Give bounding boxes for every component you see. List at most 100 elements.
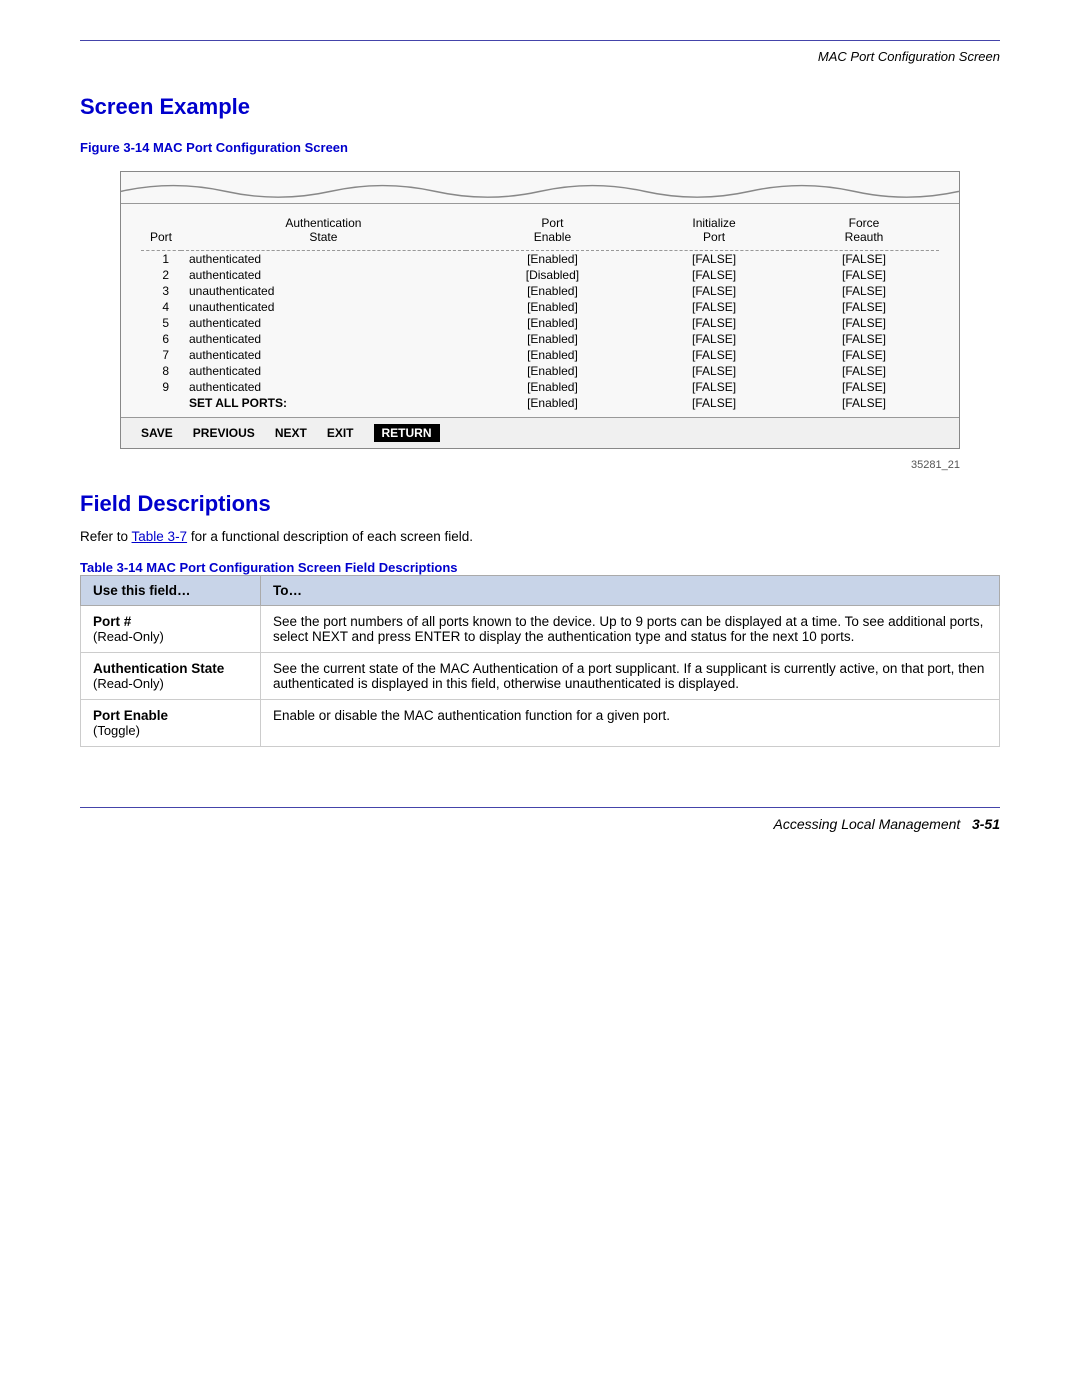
refer-paragraph: Refer to Table 3-7 for a functional desc… [80, 529, 1000, 544]
field-name: Port Enable [93, 708, 168, 723]
footer-rule [80, 807, 1000, 808]
to-col-header: To… [261, 575, 1000, 605]
init-port: [FALSE] [639, 283, 789, 299]
port-enable: [Enabled] [466, 379, 639, 395]
col-port-enable-header: PortEnable [466, 214, 639, 246]
table-row: 5 authenticated [Enabled] [FALSE] [FALSE… [141, 315, 939, 331]
port-num: 1 [141, 250, 181, 267]
field-description: Enable or disable the MAC authentication… [261, 699, 1000, 746]
force-reauth: [FALSE] [789, 250, 939, 267]
field-description: See the port numbers of all ports known … [261, 605, 1000, 652]
init-port: [FALSE] [639, 347, 789, 363]
field-row: Authentication State (Read-Only) See the… [81, 652, 1000, 699]
port-num: 5 [141, 315, 181, 331]
field-row: Port # (Read-Only) See the port numbers … [81, 605, 1000, 652]
field-note: (Read-Only) [93, 629, 164, 644]
field-col-header: Use this field… [81, 575, 261, 605]
auth-state: unauthenticated [181, 299, 466, 315]
field-note: (Toggle) [93, 723, 140, 738]
field-name: Port # [93, 614, 131, 629]
figure-number: 35281_21 [80, 459, 960, 471]
table-row: 9 authenticated [Enabled] [FALSE] [FALSE… [141, 379, 939, 395]
screen-example-title: Screen Example [80, 94, 1000, 120]
page-number: 3-51 [972, 816, 1000, 832]
force-reauth: [FALSE] [789, 363, 939, 379]
force-reauth: [FALSE] [789, 299, 939, 315]
force-reauth: [FALSE] [789, 315, 939, 331]
port-num: 7 [141, 347, 181, 363]
init-port: [FALSE] [639, 299, 789, 315]
table-row: 6 authenticated [Enabled] [FALSE] [FALSE… [141, 331, 939, 347]
set-all-ports-row: SET ALL PORTS: [Enabled] [FALSE] [FALSE] [141, 395, 939, 411]
init-port: [FALSE] [639, 267, 789, 283]
field-description: See the current state of the MAC Authent… [261, 652, 1000, 699]
auth-state: authenticated [181, 267, 466, 283]
init-port: [FALSE] [639, 331, 789, 347]
field-name: Authentication State [93, 661, 224, 676]
table-row: 4 unauthenticated [Enabled] [FALSE] [FAL… [141, 299, 939, 315]
field-descriptions-table: Use this field… To… Port # (Read-Only) S… [80, 575, 1000, 747]
port-num: 2 [141, 267, 181, 283]
auth-state: authenticated [181, 379, 466, 395]
port-enable: [Enabled] [466, 363, 639, 379]
table-row: 2 authenticated [Disabled] [FALSE] [FALS… [141, 267, 939, 283]
auth-state: authenticated [181, 250, 466, 267]
screen-content: Port AuthenticationState PortEnable Init… [121, 204, 959, 411]
port-num: 9 [141, 379, 181, 395]
port-enable: [Enabled] [466, 299, 639, 315]
force-reauth: [FALSE] [789, 267, 939, 283]
table-row: 7 authenticated [Enabled] [FALSE] [FALSE… [141, 347, 939, 363]
port-config-table: Port AuthenticationState PortEnable Init… [141, 214, 939, 411]
field-note: (Read-Only) [93, 676, 164, 691]
header-title: MAC Port Configuration Screen [80, 49, 1000, 64]
page-container: MAC Port Configuration Screen Screen Exa… [0, 0, 1080, 1397]
header-rule [80, 40, 1000, 41]
table-row: 3 unauthenticated [Enabled] [FALSE] [FAL… [141, 283, 939, 299]
init-port: [FALSE] [639, 315, 789, 331]
init-port: [FALSE] [639, 250, 789, 267]
port-num: 8 [141, 363, 181, 379]
next-button[interactable]: NEXT [275, 426, 307, 440]
set-all-port-enable: [Enabled] [466, 395, 639, 411]
auth-state: authenticated [181, 347, 466, 363]
table-row: 1 authenticated [Enabled] [FALSE] [FALSE… [141, 250, 939, 267]
save-button[interactable]: SAVE [141, 426, 173, 440]
table-row: 8 authenticated [Enabled] [FALSE] [FALSE… [141, 363, 939, 379]
set-all-force-reauth: [FALSE] [789, 395, 939, 411]
port-enable: [Enabled] [466, 250, 639, 267]
set-all-spacer [141, 395, 181, 411]
force-reauth: [FALSE] [789, 347, 939, 363]
force-reauth: [FALSE] [789, 283, 939, 299]
previous-button[interactable]: PREVIOUS [193, 426, 255, 440]
set-all-label: SET ALL PORTS: [181, 395, 466, 411]
port-enable: [Enabled] [466, 331, 639, 347]
screen-top-decoration [121, 172, 959, 204]
screen-mockup: Port AuthenticationState PortEnable Init… [120, 171, 960, 449]
port-num: 3 [141, 283, 181, 299]
col-init-port-header: InitializePort [639, 214, 789, 246]
col-force-reauth-header: ForceReauth [789, 214, 939, 246]
port-enable: [Enabled] [466, 315, 639, 331]
port-num: 4 [141, 299, 181, 315]
footer-text: Accessing Local Management 3-51 [80, 816, 1000, 832]
exit-button[interactable]: EXIT [327, 426, 354, 440]
init-port: [FALSE] [639, 379, 789, 395]
footer-area: Accessing Local Management 3-51 [80, 807, 1000, 832]
auth-state: authenticated [181, 363, 466, 379]
auth-state: authenticated [181, 331, 466, 347]
col-auth-state-header: AuthenticationState [181, 214, 466, 246]
auth-state: unauthenticated [181, 283, 466, 299]
figure-caption: Figure 3-14 MAC Port Configuration Scree… [80, 140, 1000, 155]
table-link[interactable]: Table 3-7 [132, 529, 188, 544]
port-enable: [Enabled] [466, 283, 639, 299]
force-reauth: [FALSE] [789, 379, 939, 395]
auth-state: authenticated [181, 315, 466, 331]
return-button[interactable]: RETURN [374, 424, 440, 442]
table-caption: Table 3-14 MAC Port Configuration Screen… [80, 560, 1000, 575]
port-enable: [Disabled] [466, 267, 639, 283]
screen-footer: SAVE PREVIOUS NEXT EXIT RETURN [121, 417, 959, 448]
force-reauth: [FALSE] [789, 331, 939, 347]
field-descriptions-title: Field Descriptions [80, 491, 1000, 517]
port-enable: [Enabled] [466, 347, 639, 363]
set-all-init-port: [FALSE] [639, 395, 789, 411]
